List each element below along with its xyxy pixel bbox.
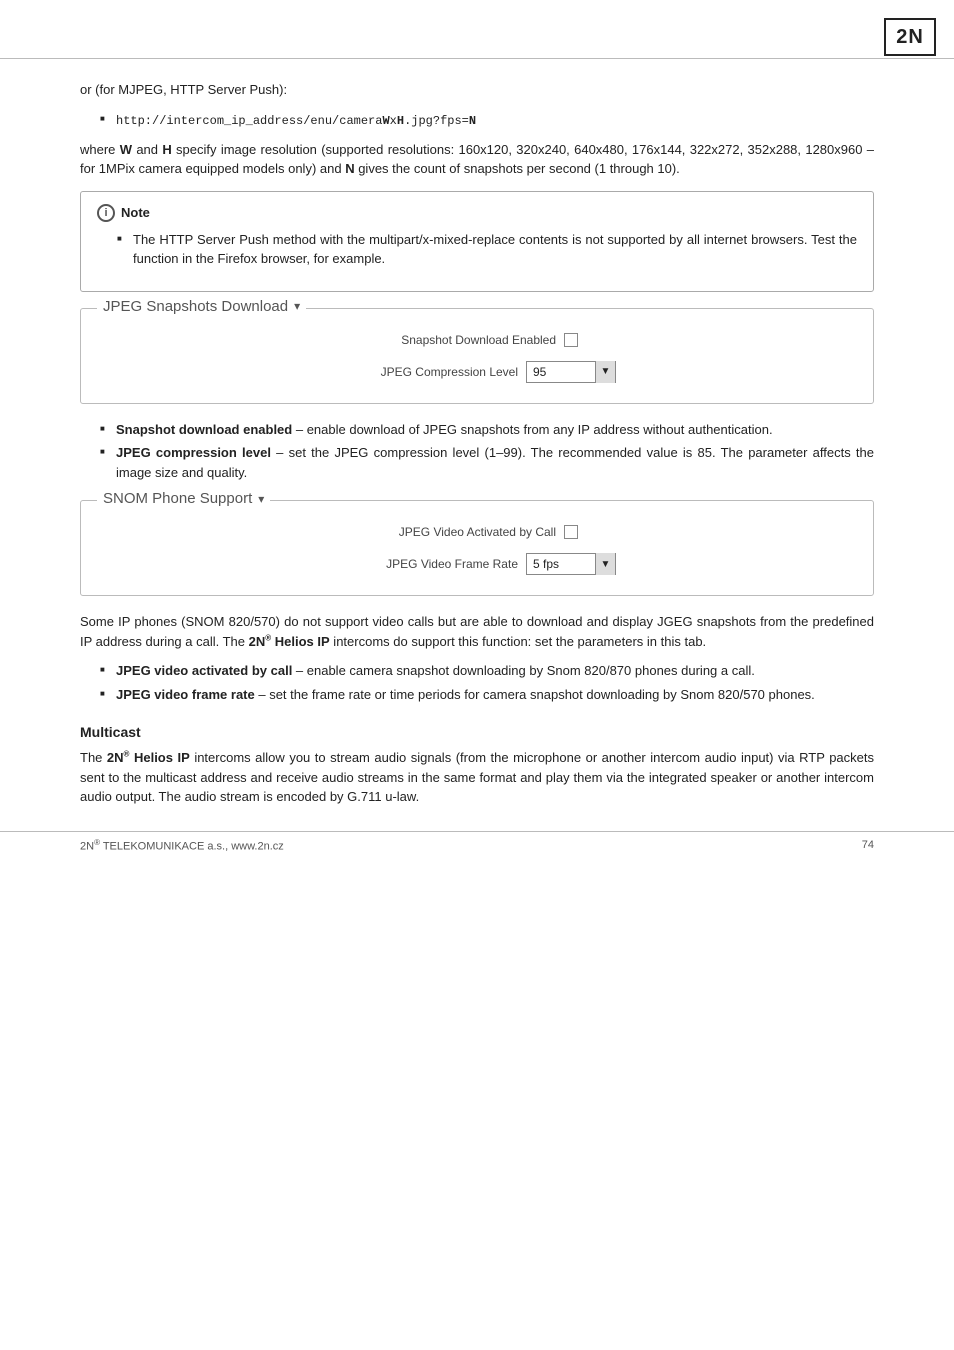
- snom-label: SNOM Phone Support: [103, 490, 252, 507]
- info-icon: i: [97, 204, 115, 222]
- snom-bullets: JPEG video activated by call – enable ca…: [100, 661, 874, 704]
- chevron-down-icon[interactable]: ▾: [294, 299, 300, 313]
- jpeg-snapshots-label: JPEG Snapshots Download: [103, 298, 288, 315]
- footer-right: 74: [862, 839, 874, 851]
- select-arrow-icon[interactable]: ▼: [595, 361, 615, 383]
- intro-mjpeg: or (for MJPEG, HTTP Server Push):: [80, 80, 874, 100]
- jpeg-compression-select[interactable]: 95 ▼: [526, 361, 616, 383]
- note-text: The HTTP Server Push method with the mul…: [117, 230, 857, 269]
- jpeg-framerate-select[interactable]: 5 fps ▼: [526, 553, 616, 575]
- framerate-select-arrow-icon[interactable]: ▼: [595, 553, 615, 575]
- note-box: i Note The HTTP Server Push method with …: [80, 191, 874, 292]
- jpeg-snapshots-title: JPEG Snapshots Download ▾: [97, 298, 306, 315]
- snapshot-download-label: Snapshot Download Enabled: [376, 333, 556, 347]
- snom-title: SNOM Phone Support ▾: [97, 490, 270, 507]
- logo-mark: 2N: [884, 18, 936, 56]
- jpeg-bullet-1: Snapshot download enabled – enable downl…: [100, 420, 874, 440]
- snom-bullet-1: JPEG video activated by call – enable ca…: [100, 661, 874, 681]
- note-title: Note: [121, 205, 150, 220]
- page: 2N or (for MJPEG, HTTP Server Push): htt…: [0, 0, 954, 877]
- jpeg-snapshots-box: JPEG Snapshots Download ▾ Snapshot Downl…: [80, 308, 874, 404]
- snom-bullet-1-bold: JPEG video activated by call: [116, 663, 292, 678]
- multicast-heading: Multicast: [80, 724, 874, 740]
- jpeg-framerate-row: JPEG Video Frame Rate 5 fps ▼: [81, 553, 873, 575]
- snom-bullet-1-rest: – enable camera snapshot downloading by …: [292, 663, 755, 678]
- snom-bullet-2-rest: – set the frame rate or time periods for…: [255, 687, 815, 702]
- snom-bullet-2-bold: JPEG video frame rate: [116, 687, 255, 702]
- jpeg-compression-row: JPEG Compression Level 95 ▼: [81, 361, 873, 383]
- mjpeg-url-item: http://intercom_ip_address/enu/cameraWxH…: [100, 110, 874, 130]
- snom-intro: Some IP phones (SNOM 820/570) do not sup…: [80, 612, 874, 651]
- note-list: The HTTP Server Push method with the mul…: [117, 230, 857, 269]
- jpeg-bullet-2-bold: JPEG compression level: [116, 445, 271, 460]
- jpeg-video-call-checkbox[interactable]: [564, 525, 578, 539]
- jpeg-compression-label: JPEG Compression Level: [338, 365, 518, 379]
- footer: 2N® TELEKOMUNIKACE a.s., www.2n.cz 74: [0, 831, 954, 853]
- jpeg-bullet-2: JPEG compression level – set the JPEG co…: [100, 443, 874, 482]
- footer-left: 2N® TELEKOMUNIKACE a.s., www.2n.cz: [80, 838, 284, 853]
- mjpeg-url: http://intercom_ip_address/enu/cameraWxH…: [116, 114, 476, 128]
- wh-description: where W and H specify image resolution (…: [80, 140, 874, 179]
- note-header: i Note: [97, 204, 857, 222]
- snapshot-download-checkbox[interactable]: [564, 333, 578, 347]
- jpeg-compression-value: 95: [527, 365, 595, 379]
- jpeg-video-call-row: JPEG Video Activated by Call: [81, 525, 873, 539]
- jpeg-framerate-value: 5 fps: [527, 557, 595, 571]
- jpeg-bullet-1-rest: – enable download of JPEG snapshots from…: [292, 422, 772, 437]
- jpeg-framerate-label: JPEG Video Frame Rate: [338, 557, 518, 571]
- top-border: [0, 58, 954, 59]
- jpeg-bullets: Snapshot download enabled – enable downl…: [100, 420, 874, 483]
- jpeg-bullet-1-bold: Snapshot download enabled: [116, 422, 292, 437]
- multicast-text: The 2N® Helios IP intercoms allow you to…: [80, 748, 874, 807]
- snom-chevron-icon[interactable]: ▾: [258, 492, 264, 506]
- snom-bullet-2: JPEG video frame rate – set the frame ra…: [100, 685, 874, 705]
- snom-box: SNOM Phone Support ▾ JPEG Video Activate…: [80, 500, 874, 596]
- snapshot-download-row: Snapshot Download Enabled: [81, 333, 873, 347]
- url-list: http://intercom_ip_address/enu/cameraWxH…: [100, 110, 874, 130]
- jpeg-video-call-label: JPEG Video Activated by Call: [376, 525, 556, 539]
